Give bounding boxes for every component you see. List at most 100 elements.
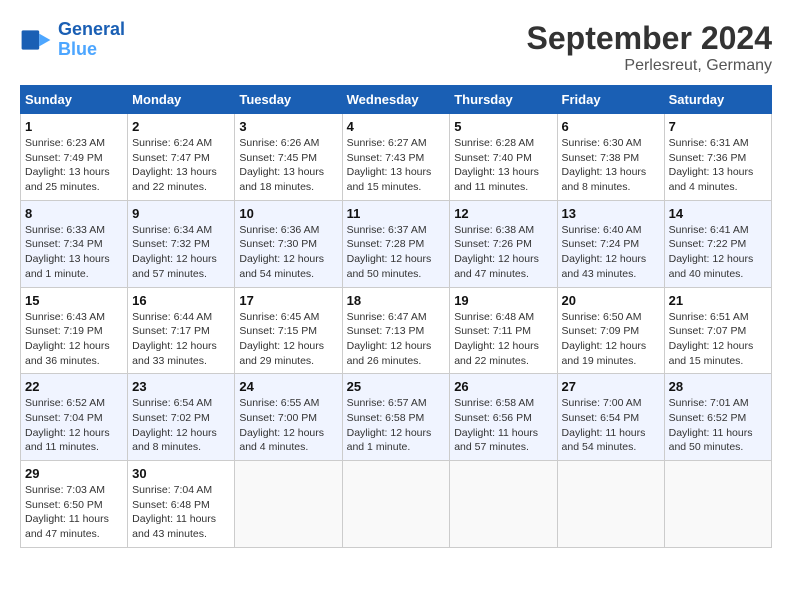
day-number: 23 bbox=[132, 379, 230, 394]
day-number: 12 bbox=[454, 206, 552, 221]
calendar-day-cell: 10 Sunrise: 6:36 AMSunset: 7:30 PMDaylig… bbox=[235, 200, 342, 287]
page-header: General Blue September 2024 Perlesreut, … bbox=[20, 20, 772, 75]
day-detail: Sunrise: 6:43 AMSunset: 7:19 PMDaylight:… bbox=[25, 310, 123, 369]
day-number: 16 bbox=[132, 293, 230, 308]
day-detail: Sunrise: 6:54 AMSunset: 7:02 PMDaylight:… bbox=[132, 396, 230, 455]
day-detail: Sunrise: 6:55 AMSunset: 7:00 PMDaylight:… bbox=[239, 396, 337, 455]
calendar-day-cell: 2 Sunrise: 6:24 AMSunset: 7:47 PMDayligh… bbox=[128, 114, 235, 201]
calendar-day-cell: 26 Sunrise: 6:58 AMSunset: 6:56 PMDaylig… bbox=[450, 374, 557, 461]
calendar-day-cell: 29 Sunrise: 7:03 AMSunset: 6:50 PMDaylig… bbox=[21, 461, 128, 548]
day-number: 4 bbox=[347, 119, 446, 134]
day-detail: Sunrise: 6:51 AMSunset: 7:07 PMDaylight:… bbox=[669, 310, 767, 369]
day-detail: Sunrise: 6:38 AMSunset: 7:26 PMDaylight:… bbox=[454, 223, 552, 282]
weekday-header-cell: Friday bbox=[557, 86, 664, 114]
day-number: 19 bbox=[454, 293, 552, 308]
day-number: 22 bbox=[25, 379, 123, 394]
day-detail: Sunrise: 6:48 AMSunset: 7:11 PMDaylight:… bbox=[454, 310, 552, 369]
logo-line1: General bbox=[58, 19, 125, 39]
calendar-day-cell: 19 Sunrise: 6:48 AMSunset: 7:11 PMDaylig… bbox=[450, 287, 557, 374]
day-number: 13 bbox=[562, 206, 660, 221]
day-detail: Sunrise: 6:40 AMSunset: 7:24 PMDaylight:… bbox=[562, 223, 660, 282]
calendar-week-row: 8 Sunrise: 6:33 AMSunset: 7:34 PMDayligh… bbox=[21, 200, 772, 287]
calendar-day-cell: 6 Sunrise: 6:30 AMSunset: 7:38 PMDayligh… bbox=[557, 114, 664, 201]
calendar-day-cell bbox=[235, 461, 342, 548]
calendar-day-cell: 16 Sunrise: 6:44 AMSunset: 7:17 PMDaylig… bbox=[128, 287, 235, 374]
calendar-day-cell bbox=[664, 461, 771, 548]
calendar-day-cell: 3 Sunrise: 6:26 AMSunset: 7:45 PMDayligh… bbox=[235, 114, 342, 201]
calendar-day-cell: 23 Sunrise: 6:54 AMSunset: 7:02 PMDaylig… bbox=[128, 374, 235, 461]
month-title: September 2024 bbox=[527, 20, 772, 57]
day-detail: Sunrise: 6:34 AMSunset: 7:32 PMDaylight:… bbox=[132, 223, 230, 282]
day-number: 7 bbox=[669, 119, 767, 134]
day-number: 2 bbox=[132, 119, 230, 134]
calendar-day-cell: 14 Sunrise: 6:41 AMSunset: 7:22 PMDaylig… bbox=[664, 200, 771, 287]
calendar-week-row: 1 Sunrise: 6:23 AMSunset: 7:49 PMDayligh… bbox=[21, 114, 772, 201]
day-number: 9 bbox=[132, 206, 230, 221]
day-detail: Sunrise: 6:47 AMSunset: 7:13 PMDaylight:… bbox=[347, 310, 446, 369]
calendar-day-cell: 25 Sunrise: 6:57 AMSunset: 6:58 PMDaylig… bbox=[342, 374, 450, 461]
calendar-day-cell bbox=[450, 461, 557, 548]
day-number: 3 bbox=[239, 119, 337, 134]
day-detail: Sunrise: 6:37 AMSunset: 7:28 PMDaylight:… bbox=[347, 223, 446, 282]
calendar-day-cell: 24 Sunrise: 6:55 AMSunset: 7:00 PMDaylig… bbox=[235, 374, 342, 461]
calendar-day-cell: 18 Sunrise: 6:47 AMSunset: 7:13 PMDaylig… bbox=[342, 287, 450, 374]
logo-line2: Blue bbox=[58, 39, 97, 59]
calendar-day-cell: 21 Sunrise: 6:51 AMSunset: 7:07 PMDaylig… bbox=[664, 287, 771, 374]
day-number: 18 bbox=[347, 293, 446, 308]
day-detail: Sunrise: 7:00 AMSunset: 6:54 PMDaylight:… bbox=[562, 396, 660, 455]
calendar-day-cell: 7 Sunrise: 6:31 AMSunset: 7:36 PMDayligh… bbox=[664, 114, 771, 201]
calendar-day-cell: 30 Sunrise: 7:04 AMSunset: 6:48 PMDaylig… bbox=[128, 461, 235, 548]
day-number: 14 bbox=[669, 206, 767, 221]
calendar-week-row: 15 Sunrise: 6:43 AMSunset: 7:19 PMDaylig… bbox=[21, 287, 772, 374]
day-detail: Sunrise: 6:41 AMSunset: 7:22 PMDaylight:… bbox=[669, 223, 767, 282]
day-detail: Sunrise: 6:31 AMSunset: 7:36 PMDaylight:… bbox=[669, 136, 767, 195]
day-detail: Sunrise: 6:57 AMSunset: 6:58 PMDaylight:… bbox=[347, 396, 446, 455]
day-detail: Sunrise: 6:26 AMSunset: 7:45 PMDaylight:… bbox=[239, 136, 337, 195]
weekday-header-cell: Saturday bbox=[664, 86, 771, 114]
calendar-day-cell: 9 Sunrise: 6:34 AMSunset: 7:32 PMDayligh… bbox=[128, 200, 235, 287]
calendar-day-cell: 5 Sunrise: 6:28 AMSunset: 7:40 PMDayligh… bbox=[450, 114, 557, 201]
title-area: September 2024 Perlesreut, Germany bbox=[527, 20, 772, 75]
day-number: 30 bbox=[132, 466, 230, 481]
day-number: 29 bbox=[25, 466, 123, 481]
day-detail: Sunrise: 6:23 AMSunset: 7:49 PMDaylight:… bbox=[25, 136, 123, 195]
day-detail: Sunrise: 6:30 AMSunset: 7:38 PMDaylight:… bbox=[562, 136, 660, 195]
day-detail: Sunrise: 6:44 AMSunset: 7:17 PMDaylight:… bbox=[132, 310, 230, 369]
day-detail: Sunrise: 6:58 AMSunset: 6:56 PMDaylight:… bbox=[454, 396, 552, 455]
day-number: 24 bbox=[239, 379, 337, 394]
location: Perlesreut, Germany bbox=[527, 57, 772, 75]
logo-icon bbox=[20, 24, 52, 56]
weekday-header-cell: Wednesday bbox=[342, 86, 450, 114]
calendar-week-row: 22 Sunrise: 6:52 AMSunset: 7:04 PMDaylig… bbox=[21, 374, 772, 461]
day-number: 28 bbox=[669, 379, 767, 394]
day-detail: Sunrise: 6:52 AMSunset: 7:04 PMDaylight:… bbox=[25, 396, 123, 455]
day-number: 10 bbox=[239, 206, 337, 221]
day-detail: Sunrise: 6:33 AMSunset: 7:34 PMDaylight:… bbox=[25, 223, 123, 282]
day-number: 6 bbox=[562, 119, 660, 134]
day-detail: Sunrise: 7:01 AMSunset: 6:52 PMDaylight:… bbox=[669, 396, 767, 455]
weekday-header-cell: Tuesday bbox=[235, 86, 342, 114]
weekday-header-cell: Monday bbox=[128, 86, 235, 114]
calendar-day-cell: 27 Sunrise: 7:00 AMSunset: 6:54 PMDaylig… bbox=[557, 374, 664, 461]
calendar-day-cell bbox=[557, 461, 664, 548]
calendar-day-cell: 22 Sunrise: 6:52 AMSunset: 7:04 PMDaylig… bbox=[21, 374, 128, 461]
day-number: 8 bbox=[25, 206, 123, 221]
day-number: 26 bbox=[454, 379, 552, 394]
day-detail: Sunrise: 7:04 AMSunset: 6:48 PMDaylight:… bbox=[132, 483, 230, 542]
calendar-day-cell: 8 Sunrise: 6:33 AMSunset: 7:34 PMDayligh… bbox=[21, 200, 128, 287]
calendar-day-cell: 28 Sunrise: 7:01 AMSunset: 6:52 PMDaylig… bbox=[664, 374, 771, 461]
weekday-header-row: SundayMondayTuesdayWednesdayThursdayFrid… bbox=[21, 86, 772, 114]
day-number: 25 bbox=[347, 379, 446, 394]
day-number: 17 bbox=[239, 293, 337, 308]
day-detail: Sunrise: 6:24 AMSunset: 7:47 PMDaylight:… bbox=[132, 136, 230, 195]
calendar-day-cell: 12 Sunrise: 6:38 AMSunset: 7:26 PMDaylig… bbox=[450, 200, 557, 287]
weekday-header-cell: Sunday bbox=[21, 86, 128, 114]
calendar-day-cell: 1 Sunrise: 6:23 AMSunset: 7:49 PMDayligh… bbox=[21, 114, 128, 201]
calendar-day-cell: 17 Sunrise: 6:45 AMSunset: 7:15 PMDaylig… bbox=[235, 287, 342, 374]
day-detail: Sunrise: 7:03 AMSunset: 6:50 PMDaylight:… bbox=[25, 483, 123, 542]
day-detail: Sunrise: 6:50 AMSunset: 7:09 PMDaylight:… bbox=[562, 310, 660, 369]
calendar-day-cell: 4 Sunrise: 6:27 AMSunset: 7:43 PMDayligh… bbox=[342, 114, 450, 201]
calendar-week-row: 29 Sunrise: 7:03 AMSunset: 6:50 PMDaylig… bbox=[21, 461, 772, 548]
weekday-header-cell: Thursday bbox=[450, 86, 557, 114]
calendar-day-cell bbox=[342, 461, 450, 548]
